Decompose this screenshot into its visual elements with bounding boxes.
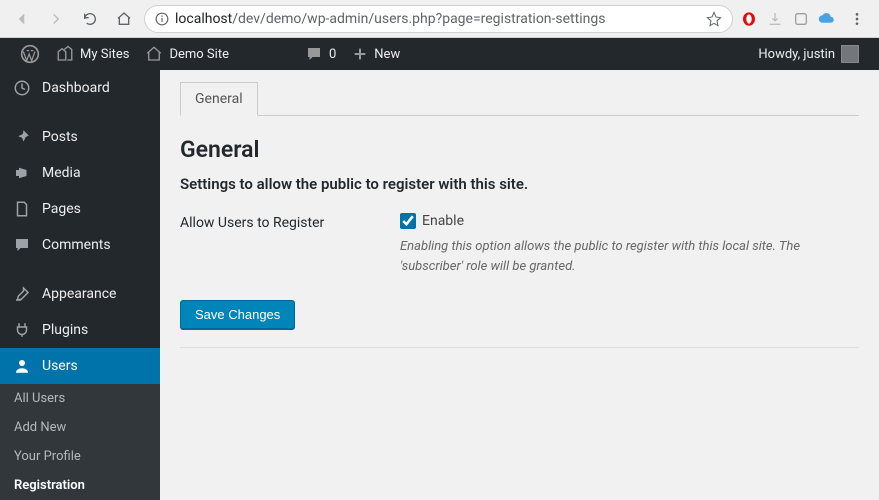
my-sites-label: My Sites [80, 47, 129, 62]
brush-icon [12, 284, 32, 304]
field-allow-register: Allow Users to Register Enable Enabling … [180, 213, 859, 276]
save-button[interactable]: Save Changes [180, 300, 295, 329]
forward-button[interactable] [42, 5, 70, 33]
site-name-link[interactable]: Demo Site [137, 38, 237, 70]
download-icon[interactable] [765, 9, 785, 29]
sidebar-item-users[interactable]: Users [0, 348, 160, 384]
opera-icon[interactable] [739, 9, 759, 29]
help-text: Enabling this option allows the public t… [400, 237, 859, 276]
sites-icon [56, 45, 74, 63]
page-description: Settings to allow the public to register… [180, 175, 859, 193]
sidebar-item-posts[interactable]: Posts [0, 119, 160, 155]
comment-icon [12, 235, 32, 255]
sidebar-item-label: Plugins [42, 322, 88, 338]
tab-general[interactable]: General [180, 82, 258, 116]
sidebar-item-plugins[interactable]: Plugins [0, 312, 160, 348]
home-button[interactable] [110, 5, 138, 33]
enable-checkbox-wrap[interactable]: Enable [400, 213, 859, 229]
back-button[interactable] [8, 5, 36, 33]
submenu-all-users[interactable]: All Users [0, 384, 160, 413]
avatar [841, 45, 859, 63]
sidebar-item-label: Posts [42, 129, 78, 145]
star-icon[interactable] [706, 11, 722, 27]
menu-icon[interactable] [843, 5, 871, 33]
dashboard-icon [12, 78, 32, 98]
comments-link[interactable]: 0 [297, 38, 344, 70]
divider [180, 347, 859, 348]
sidebar-item-label: Media [42, 165, 81, 181]
howdy-text: Howdy, justin [758, 47, 835, 62]
sidebar-item-pages[interactable]: Pages [0, 191, 160, 227]
my-sites-link[interactable]: My Sites [48, 38, 137, 70]
sidebar-item-label: Comments [42, 237, 111, 253]
comments-count: 0 [329, 47, 336, 62]
sidebar-item-appearance[interactable]: Appearance [0, 276, 160, 312]
url-bar[interactable]: localhost/dev/demo/wp-admin/users.php?pa… [144, 5, 733, 33]
site-name-label: Demo Site [169, 47, 229, 62]
sidebar-item-label: Dashboard [42, 80, 110, 96]
browser-toolbar: localhost/dev/demo/wp-admin/users.php?pa… [0, 0, 879, 38]
users-submenu: All Users Add New Your Profile Registrat… [0, 384, 160, 500]
sidebar-item-comments[interactable]: Comments [0, 227, 160, 263]
field-label: Allow Users to Register [180, 213, 380, 231]
new-label: New [374, 47, 400, 62]
pin-icon [12, 127, 32, 147]
enable-checkbox[interactable] [400, 213, 416, 229]
tabs: General [180, 82, 859, 116]
sidebar-item-label: Appearance [42, 286, 116, 302]
sidebar-item-label: Pages [42, 201, 81, 217]
new-content-link[interactable]: New [344, 38, 408, 70]
admin-sidebar: Dashboard Posts Media Pages Comments App… [0, 70, 160, 500]
submenu-your-profile[interactable]: Your Profile [0, 442, 160, 471]
plus-icon [352, 46, 368, 62]
page-title: General [180, 136, 859, 163]
comment-icon [305, 45, 323, 63]
wp-admin-bar: My Sites Demo Site 0 New Howdy, justin [0, 38, 879, 70]
sidebar-item-dashboard[interactable]: Dashboard [0, 70, 160, 106]
content-area: General General Settings to allow the pu… [160, 70, 879, 500]
page-icon [12, 199, 32, 219]
user-icon [12, 356, 32, 376]
submenu-registration[interactable]: Registration [0, 471, 160, 500]
reload-button[interactable] [76, 5, 104, 33]
cloud-icon[interactable] [817, 9, 837, 29]
extension-icon[interactable] [791, 9, 811, 29]
plug-icon [12, 320, 32, 340]
submenu-add-new[interactable]: Add New [0, 413, 160, 442]
info-icon [155, 12, 169, 26]
media-icon [12, 163, 32, 183]
sidebar-item-media[interactable]: Media [0, 155, 160, 191]
checkbox-label: Enable [422, 213, 464, 229]
account-link[interactable]: Howdy, justin [750, 38, 867, 70]
sidebar-item-label: Users [42, 358, 78, 374]
wp-logo[interactable] [12, 38, 48, 70]
url-text: localhost/dev/demo/wp-admin/users.php?pa… [175, 11, 700, 27]
home-icon [145, 45, 163, 63]
